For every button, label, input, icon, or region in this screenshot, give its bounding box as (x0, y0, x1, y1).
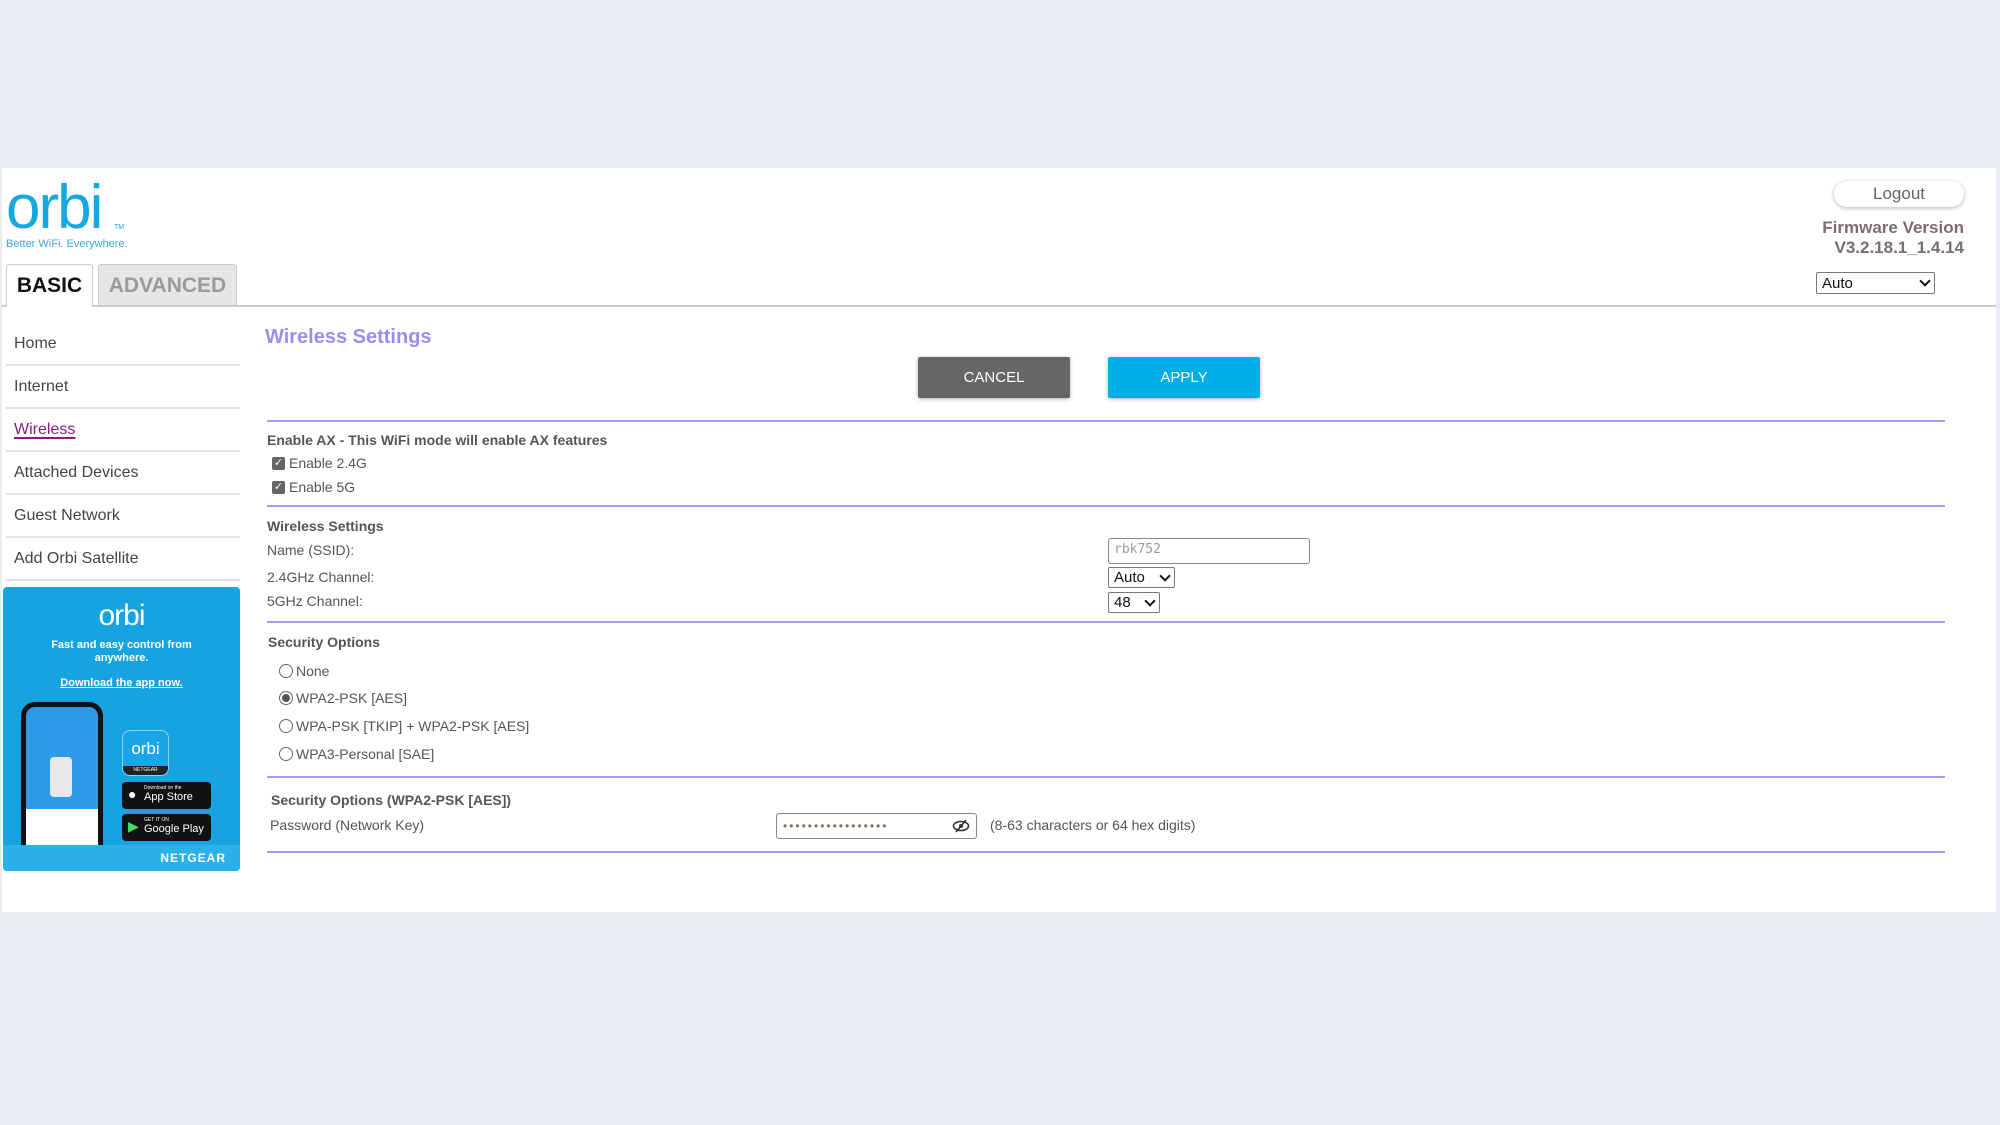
chevron-down-icon (1144, 594, 1156, 607)
enable-5g-label: Enable 5G (289, 479, 356, 495)
tab-basic[interactable]: BASIC (6, 264, 93, 307)
security-heading: Security Options (268, 634, 381, 650)
apple-icon: ● (128, 786, 137, 802)
radio-selected-icon[interactable] (279, 691, 293, 705)
enable-5g-checkbox[interactable]: ✓ Enable 5G (272, 479, 355, 495)
logout-button[interactable]: Logout (1834, 181, 1964, 207)
firmware-version: V3.2.18.1_1.4.14 (1834, 238, 1964, 257)
ssid-label: Name (SSID): (267, 542, 355, 558)
sidebar-item-label: Internet (14, 377, 69, 395)
netgear-logo: NETGEAR (3, 845, 240, 871)
divider (267, 851, 1945, 853)
wireless-heading: Wireless Settings (267, 518, 384, 534)
sidebar-item-add-satellite[interactable]: Add Orbi Satellite (6, 538, 240, 581)
eye-slash-icon[interactable] (952, 819, 970, 833)
ssid-input[interactable]: rbk752 (1108, 538, 1310, 564)
firmware-info: Firmware Version V3.2.18.1_1.4.14 (1822, 218, 1964, 258)
language-select[interactable]: Auto (1816, 272, 1935, 294)
ch24-label: 2.4GHz Channel: (267, 569, 375, 585)
radio-wpa3-sae[interactable]: WPA3-Personal [SAE] (279, 746, 434, 762)
radio-none[interactable]: None (279, 663, 329, 679)
password-hint: (8-63 characters or 64 hex digits) (990, 817, 1196, 833)
google-play-badge[interactable]: ▶ GET IT ON Google Play (122, 814, 211, 841)
divider (267, 776, 1945, 778)
sidebar-item-wireless[interactable]: Wireless (6, 409, 240, 452)
app-promo-banner: orbi Fast and easy control from anywhere… (3, 587, 240, 871)
apply-button[interactable]: APPLY (1108, 357, 1260, 398)
ch24-select[interactable]: Auto (1108, 567, 1175, 588)
ch24-value: Auto (1114, 569, 1145, 586)
orbi-logo: orbi TM Better WiFi. Everywhere. (6, 173, 156, 253)
promo-text: Fast and easy control from anywhere. (51, 639, 192, 664)
wpa2-heading: Security Options (WPA2-PSK [AES]) (271, 792, 512, 808)
radio-wpa2-psk-aes[interactable]: WPA2-PSK [AES] (279, 690, 407, 706)
tab-advanced[interactable]: ADVANCED (98, 264, 237, 306)
ax-heading: Enable AX - This WiFi mode will enable A… (267, 432, 608, 448)
checkbox-checked-icon[interactable]: ✓ (272, 456, 285, 470)
radio-label: WPA-PSK [TKIP] + WPA2-PSK [AES] (296, 718, 530, 734)
sidebar-item-label: Attached Devices (14, 463, 139, 481)
enable-24g-label: Enable 2.4G (289, 455, 367, 471)
radio-icon[interactable] (279, 664, 293, 678)
chevron-down-icon (1919, 275, 1931, 287)
sidebar-item-label: Wireless (14, 420, 76, 438)
sidebar-item-attached-devices[interactable]: Attached Devices (6, 452, 240, 495)
checkbox-checked-icon[interactable]: ✓ (272, 480, 285, 494)
promo-orbi-logo: orbi (98, 599, 145, 632)
radio-label: None (296, 663, 330, 679)
chevron-down-icon (1159, 569, 1171, 582)
divider (267, 420, 1945, 422)
sidebar-item-label: Home (14, 334, 57, 352)
firmware-label: Firmware Version (1822, 218, 1964, 237)
enable-24g-checkbox[interactable]: ✓ Enable 2.4G (272, 455, 367, 471)
play-icon: ▶ (128, 818, 139, 834)
logo-wordmark: orbi (6, 173, 103, 242)
sidebar-item-internet[interactable]: Internet (6, 366, 240, 409)
ch5-value: 48 (1114, 594, 1131, 611)
tab-divider (2, 305, 1996, 307)
radio-icon[interactable] (279, 747, 293, 761)
password-input[interactable]: ••••••••••••••••• (776, 813, 977, 839)
logo-tagline: Better WiFi. Everywhere. (6, 238, 128, 250)
password-value: ••••••••••••••••• (783, 819, 889, 833)
cancel-button[interactable]: CANCEL (918, 357, 1070, 398)
divider (267, 505, 1945, 507)
download-app-link[interactable]: Download the app now. (3, 677, 240, 689)
sidebar-item-label: Add Orbi Satellite (14, 549, 139, 567)
password-label: Password (Network Key) (270, 817, 425, 833)
radio-label: WPA2-PSK [AES] (296, 690, 407, 706)
language-select-value: Auto (1822, 274, 1853, 292)
orbi-app-icon: orbi NETGEAR (122, 730, 169, 776)
ch5-select[interactable]: 48 (1108, 592, 1160, 613)
divider (267, 621, 1945, 623)
sidebar-item-home[interactable]: Home (6, 323, 240, 366)
page-title: Wireless Settings (265, 326, 432, 348)
radio-wpa-wpa2-mixed[interactable]: WPA-PSK [TKIP] + WPA2-PSK [AES] (279, 718, 529, 734)
app-store-badge[interactable]: ● Download on the App Store (122, 782, 211, 809)
radio-label: WPA3-Personal [SAE] (296, 746, 435, 762)
sidebar-item-label: Guest Network (14, 506, 120, 524)
radio-icon[interactable] (279, 719, 293, 733)
ch5-label: 5GHz Channel: (267, 593, 363, 609)
sidebar-item-guest-network[interactable]: Guest Network (6, 495, 240, 538)
